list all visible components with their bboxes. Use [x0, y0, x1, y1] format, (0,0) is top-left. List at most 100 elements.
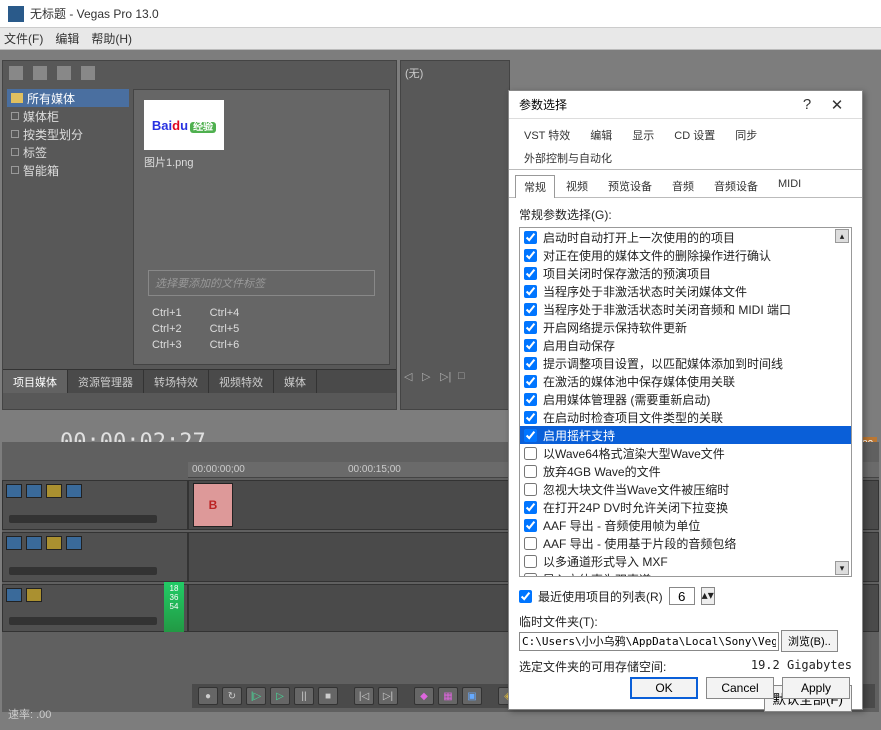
option-row[interactable]: 提示调整项目设置，以匹配媒体添加到时间线: [520, 354, 851, 372]
toolbar-icon[interactable]: [9, 66, 23, 80]
audio-track-header[interactable]: [2, 584, 188, 632]
help-button[interactable]: ?: [792, 96, 822, 113]
option-row[interactable]: 在激活的媒体池中保存媒体使用关联: [520, 372, 851, 390]
track-btn[interactable]: [26, 588, 42, 602]
option-checkbox[interactable]: [524, 393, 537, 406]
option-checkbox[interactable]: [524, 519, 537, 532]
tab-media[interactable]: 媒体: [274, 370, 317, 393]
option-row[interactable]: AAF 导出 - 音频使用帧为单位: [520, 516, 851, 534]
track-btn[interactable]: [46, 536, 62, 550]
option-row[interactable]: 项目关闭时保存激活的预演项目: [520, 264, 851, 282]
tree-item[interactable]: 媒体柜: [7, 107, 129, 125]
tab-edit[interactable]: 编辑: [581, 123, 621, 146]
video-track-header[interactable]: [2, 532, 188, 582]
option-row[interactable]: 启用媒体管理器 (需要重新启动): [520, 390, 851, 408]
option-row[interactable]: 导入立体声为双声道: [520, 570, 851, 577]
tool-button[interactable]: ▣: [462, 687, 482, 705]
loop-button[interactable]: ↻: [222, 687, 242, 705]
option-row[interactable]: 当程序处于非激活状态时关闭媒体文件: [520, 282, 851, 300]
toolbar-icon[interactable]: [57, 66, 71, 80]
tab-transitions[interactable]: 转场特效: [144, 370, 209, 393]
level-slider[interactable]: [9, 567, 157, 575]
tree-item[interactable]: 按类型划分: [7, 125, 129, 143]
tab-midi[interactable]: MIDI: [769, 174, 810, 197]
video-track-header[interactable]: [2, 480, 188, 530]
tab-cd[interactable]: CD 设置: [665, 123, 724, 146]
option-checkbox[interactable]: [524, 555, 537, 568]
menu-file[interactable]: 文件(F): [4, 30, 43, 47]
tree-item[interactable]: 智能箱: [7, 161, 129, 179]
expand-icon[interactable]: [11, 148, 19, 156]
option-checkbox[interactable]: [524, 483, 537, 496]
stop-icon[interactable]: □: [458, 370, 472, 384]
expand-icon[interactable]: [11, 130, 19, 138]
tab-audio[interactable]: 音频: [663, 174, 703, 197]
play-button[interactable]: ▷: [270, 687, 290, 705]
track-btn[interactable]: [6, 484, 22, 498]
video-clip[interactable]: B: [193, 483, 233, 527]
next-icon[interactable]: ▷|: [440, 370, 454, 384]
tab-general[interactable]: 常规: [515, 175, 555, 198]
media-thumbnail[interactable]: Baidu经验 图片1.png: [144, 100, 234, 170]
level-slider[interactable]: [9, 617, 157, 625]
toolbar-icon[interactable]: [81, 66, 95, 80]
option-checkbox[interactable]: [524, 429, 537, 442]
option-row[interactable]: 放弃4GB Wave的文件: [520, 462, 851, 480]
browse-button[interactable]: 浏览(B)..: [781, 630, 838, 652]
temp-path-input[interactable]: [519, 632, 779, 651]
tab-videofx[interactable]: 视频特效: [209, 370, 274, 393]
tool-button[interactable]: ◆: [414, 687, 434, 705]
tree-item-all-media[interactable]: 所有媒体: [7, 89, 129, 107]
track-btn[interactable]: [66, 484, 82, 498]
option-checkbox[interactable]: [524, 249, 537, 262]
record-button[interactable]: ●: [198, 687, 218, 705]
tool-button[interactable]: ▦: [438, 687, 458, 705]
option-row[interactable]: 开启网络提示保持软件更新: [520, 318, 851, 336]
tab-explorer[interactable]: 资源管理器: [68, 370, 144, 393]
level-slider[interactable]: [9, 515, 157, 523]
track-btn[interactable]: [6, 588, 22, 602]
recent-count-input[interactable]: [669, 587, 695, 605]
go-end-button[interactable]: ▷|: [378, 687, 398, 705]
go-start-button[interactable]: |◁: [354, 687, 374, 705]
track-btn[interactable]: [6, 536, 22, 550]
expand-icon[interactable]: [11, 166, 19, 174]
option-row[interactable]: 启动时自动打开上一次使用的的项目: [520, 228, 851, 246]
stop-button[interactable]: ■: [318, 687, 338, 705]
option-checkbox[interactable]: [524, 537, 537, 550]
option-checkbox[interactable]: [524, 357, 537, 370]
option-row[interactable]: 当程序处于非激活状态时关闭音频和 MIDI 端口: [520, 300, 851, 318]
apply-button[interactable]: Apply: [782, 677, 850, 699]
option-checkbox[interactable]: [524, 501, 537, 514]
option-checkbox[interactable]: [524, 321, 537, 334]
scroll-up-icon[interactable]: ▴: [835, 229, 849, 243]
option-checkbox[interactable]: [524, 303, 537, 316]
option-checkbox[interactable]: [524, 447, 537, 460]
menu-help[interactable]: 帮助(H): [91, 30, 132, 47]
spinner-icon[interactable]: ▴▾: [701, 587, 715, 605]
option-checkbox[interactable]: [524, 573, 537, 578]
ok-button[interactable]: OK: [630, 677, 698, 699]
tab-ext[interactable]: 外部控制与自动化: [515, 146, 621, 169]
tab-sync[interactable]: 同步: [726, 123, 766, 146]
option-checkbox[interactable]: [524, 339, 537, 352]
track-btn[interactable]: [66, 536, 82, 550]
option-row[interactable]: 忽视大块文件当Wave文件被压缩时: [520, 480, 851, 498]
tab-audio-dev[interactable]: 音频设备: [705, 174, 767, 197]
option-row[interactable]: AAF 导出 - 使用基于片段的音频包络: [520, 534, 851, 552]
toolbar-icon[interactable]: [33, 66, 47, 80]
option-checkbox[interactable]: [524, 375, 537, 388]
cancel-button[interactable]: Cancel: [706, 677, 774, 699]
option-checkbox[interactable]: [524, 285, 537, 298]
option-row[interactable]: 在启动时检查项目文件类型的关联: [520, 408, 851, 426]
tab-video[interactable]: 视频: [557, 174, 597, 197]
option-row[interactable]: 在打开24P DV时允许关闭下拉变换: [520, 498, 851, 516]
pause-button[interactable]: ||: [294, 687, 314, 705]
option-row[interactable]: 以多通道形式导入 MXF: [520, 552, 851, 570]
tab-vst[interactable]: VST 特效: [515, 123, 579, 146]
option-row[interactable]: 对正在使用的媒体文件的删除操作进行确认: [520, 246, 851, 264]
option-checkbox[interactable]: [524, 411, 537, 424]
track-btn[interactable]: [26, 484, 42, 498]
menu-edit[interactable]: 编辑: [55, 30, 79, 47]
scroll-down-icon[interactable]: ▾: [835, 561, 849, 575]
